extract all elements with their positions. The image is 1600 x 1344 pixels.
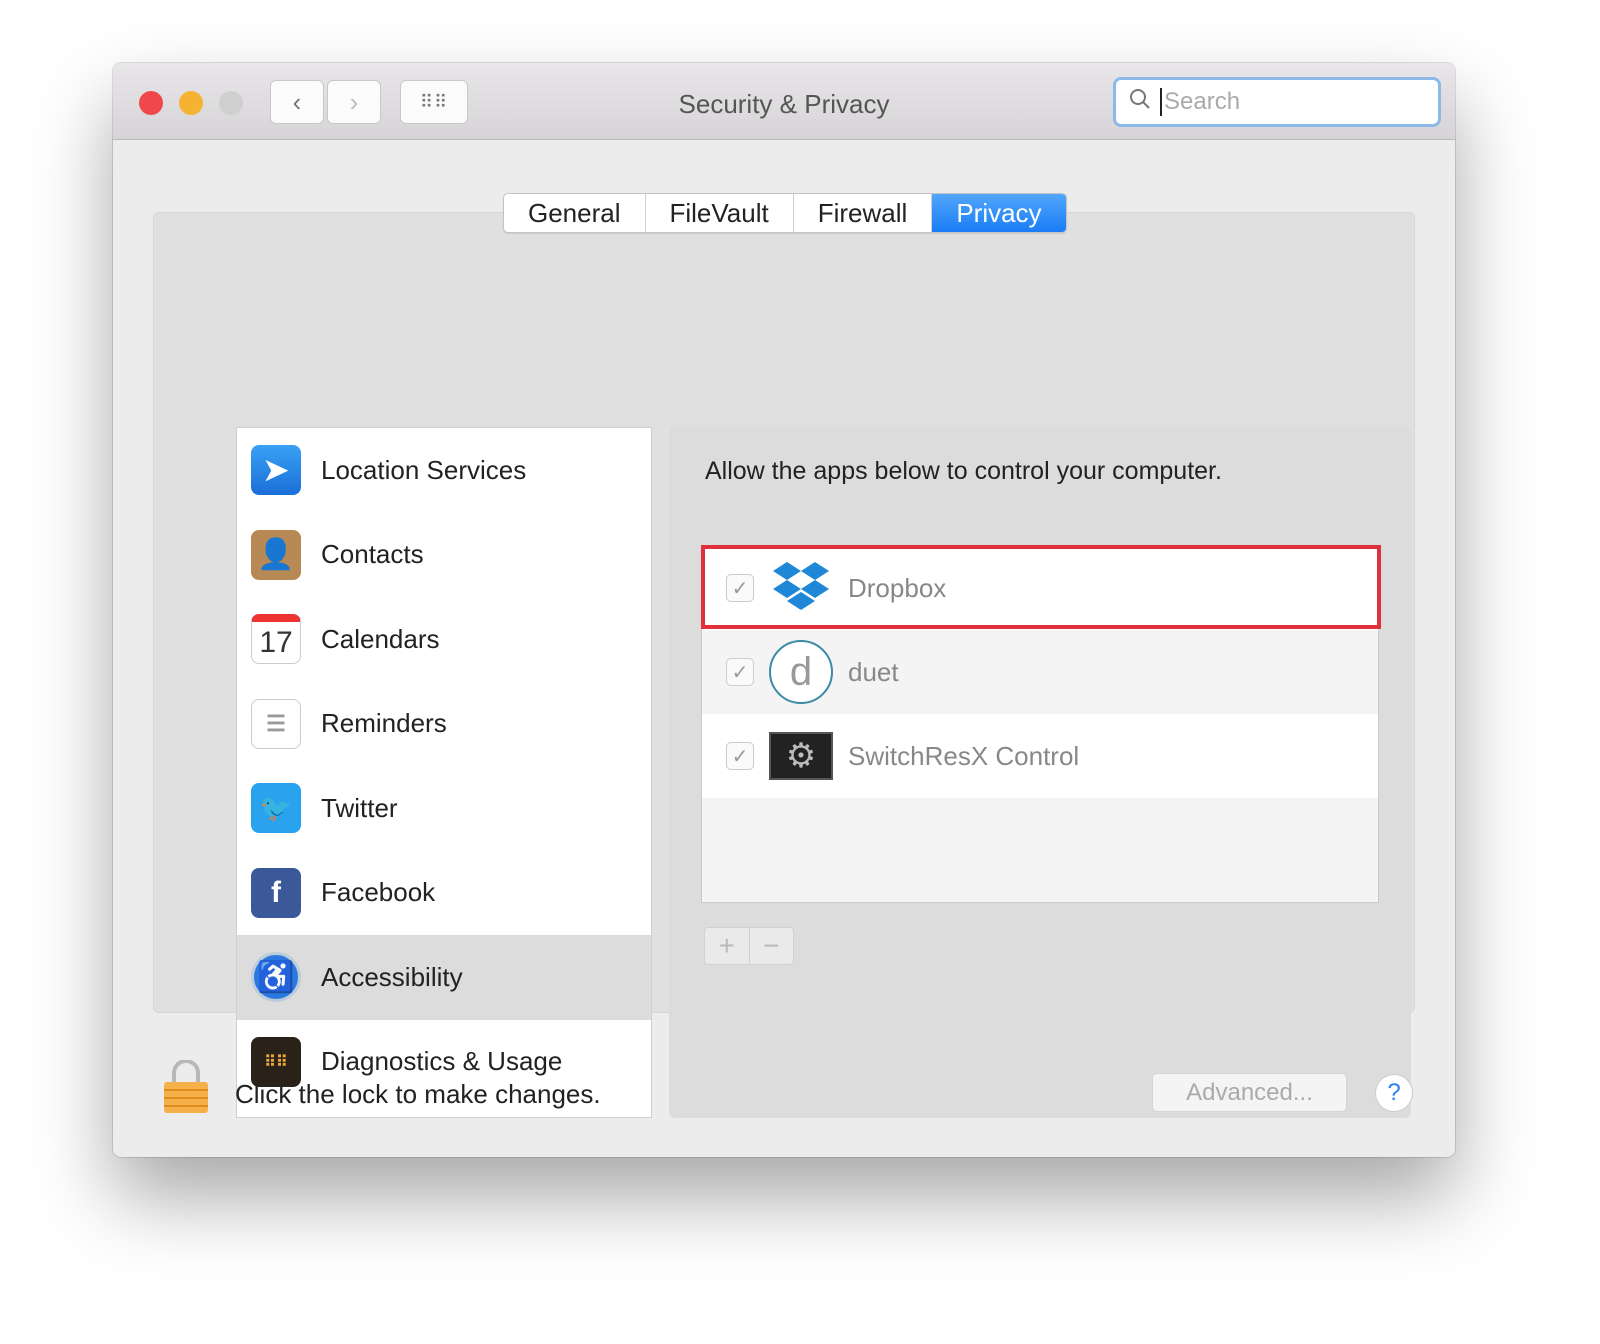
tab-filevault[interactable]: FileVault [646, 194, 794, 232]
reminders-list-icon: ☰ [251, 698, 301, 749]
app-row-duet[interactable]: ✓ d duet [702, 630, 1378, 714]
app-checkbox[interactable]: ✓ [726, 658, 754, 686]
sidebar-item-label: Twitter [321, 792, 398, 823]
tab-general[interactable]: General [504, 194, 646, 232]
accessibility-pane: Allow the apps below to control your com… [669, 425, 1411, 1118]
app-name: duet [848, 656, 899, 687]
highlight-box [701, 545, 1381, 629]
text-cursor [1160, 88, 1162, 116]
sidebar-item-calendars[interactable]: 17 Calendars [237, 597, 651, 682]
sidebar-item-accessibility[interactable]: ♿ Accessibility [237, 935, 651, 1020]
twitter-bird-icon: 🐦 [251, 783, 301, 834]
lock-message: Click the lock to make changes. [235, 1079, 601, 1109]
sidebar-item-facebook[interactable]: f Facebook [237, 851, 651, 936]
sidebar-item-label: Accessibility [321, 961, 463, 992]
advanced-button[interactable]: Advanced... [1152, 1073, 1347, 1112]
pane-description: Allow the apps below to control your com… [705, 457, 1222, 485]
app-checkbox[interactable]: ✓ [726, 742, 754, 770]
privacy-category-list[interactable]: ➤ Location Services 👤 Contacts 17 Calendars… [236, 427, 652, 1118]
search-input[interactable]: Search [1113, 77, 1441, 127]
sidebar-item-label: Location Services [321, 454, 527, 485]
app-row-switchresx[interactable]: ✓ ⚙ SwitchResX Control [702, 714, 1378, 798]
sidebar-item-twitter[interactable]: 🐦 Twitter [237, 766, 651, 851]
lock-icon[interactable] [163, 1059, 209, 1119]
tab-firewall[interactable]: Firewall [794, 194, 933, 232]
sidebar-item-reminders[interactable]: ☰ Reminders [237, 682, 651, 767]
tab-privacy[interactable]: Privacy [932, 194, 1066, 232]
sidebar-item-location-services[interactable]: ➤ Location Services [237, 428, 651, 513]
contacts-book-icon: 👤 [251, 529, 301, 580]
facebook-icon: f [251, 867, 301, 918]
tab-bar: General FileVault Firewall Privacy [503, 193, 1067, 233]
content-panel: ➤ Location Services 👤 Contacts 17 Calendars… [153, 212, 1415, 1118]
duet-icon: d [768, 639, 834, 705]
search-icon [1128, 87, 1152, 118]
sidebar-item-contacts[interactable]: 👤 Contacts [237, 513, 651, 598]
sidebar-item-label: Contacts [321, 539, 424, 570]
add-button[interactable]: + [705, 928, 750, 964]
location-arrow-icon: ➤ [251, 445, 301, 496]
help-button[interactable]: ? [1375, 1074, 1413, 1112]
switchresx-monitor-icon: ⚙ [768, 723, 834, 789]
sidebar-item-label: Facebook [321, 877, 436, 908]
sidebar-item-label: Calendars [321, 623, 440, 654]
accessibility-icon: ♿ [251, 952, 301, 1003]
app-name: SwitchResX Control [848, 740, 1080, 771]
search-placeholder: Search [1164, 88, 1241, 115]
sidebar-item-label: Diagnostics & Usage [321, 1046, 563, 1077]
remove-button[interactable]: − [750, 928, 794, 964]
sidebar-item-label: Reminders [321, 708, 447, 739]
add-remove-control: + − [704, 927, 794, 965]
app-list[interactable]: ✓ Dropbox ✓ d duet ✓ ⚙ SwitchResX Control [701, 545, 1381, 903]
calendar-date: 17 [259, 625, 293, 659]
title-bar: ‹ › ⠿⠿ Security & Privacy Search [113, 63, 1455, 140]
calendar-icon: 17 [251, 614, 301, 665]
